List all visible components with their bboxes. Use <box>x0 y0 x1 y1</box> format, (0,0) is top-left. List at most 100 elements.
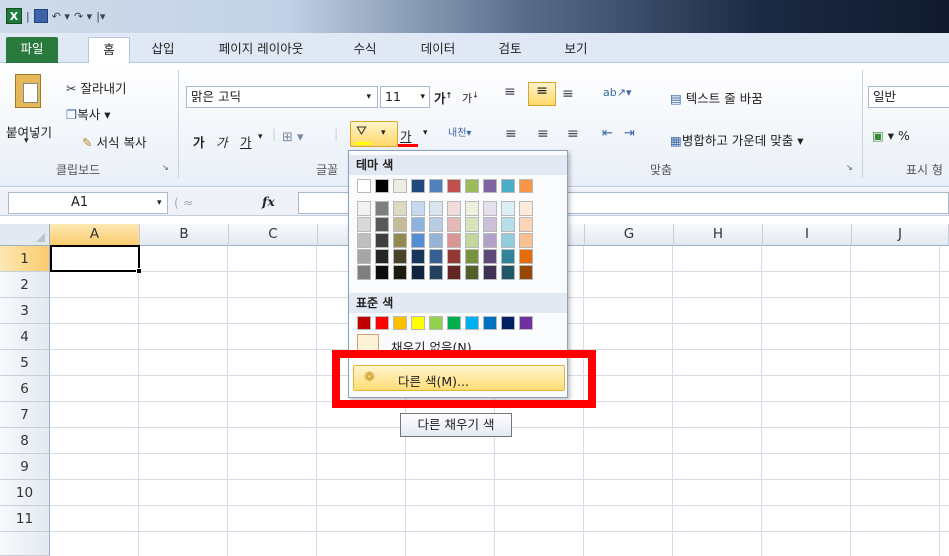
theme-shade-swatch[interactable] <box>429 265 443 280</box>
theme-color-swatch[interactable] <box>393 179 407 193</box>
column-header-h[interactable]: H <box>674 224 763 246</box>
phonetic-guide-icon[interactable]: 내천▾ <box>448 124 471 139</box>
theme-shade-swatch[interactable] <box>465 201 479 216</box>
theme-shade-swatch[interactable] <box>447 265 461 280</box>
standard-color-swatch[interactable] <box>447 316 461 330</box>
name-box[interactable]: A1 ▾ <box>8 192 168 214</box>
fill-color-button[interactable]: ⛛ ▾ <box>350 121 398 147</box>
theme-shade-swatch[interactable] <box>501 233 515 248</box>
shrink-font-button[interactable]: 가↓ <box>462 90 479 106</box>
excel-icon[interactable]: X <box>6 8 22 24</box>
tab-file[interactable]: 파일 <box>6 37 58 63</box>
theme-shade-swatch[interactable] <box>483 201 497 216</box>
tab-home[interactable]: 홈 <box>88 37 130 63</box>
align-left-icon[interactable]: ≡ <box>505 126 517 142</box>
theme-shade-swatch[interactable] <box>501 217 515 232</box>
align-top-icon[interactable]: ≡ <box>504 84 516 100</box>
theme-shade-swatch[interactable] <box>519 249 533 264</box>
theme-shade-swatch[interactable] <box>501 265 515 280</box>
theme-shade-swatch[interactable] <box>375 201 389 216</box>
number-format-input[interactable]: 일반 <box>868 86 949 108</box>
fx-icon[interactable]: fx <box>262 194 275 209</box>
row-header[interactable]: 10 <box>0 480 50 506</box>
standard-color-swatch[interactable] <box>375 316 389 330</box>
active-cell[interactable] <box>50 245 142 274</box>
paste-button[interactable]: 붙여넣기 <box>6 122 52 141</box>
standard-color-swatch[interactable] <box>483 316 497 330</box>
font-name-input[interactable]: 맑은 고딕 ▾ <box>186 86 378 108</box>
italic-button[interactable]: 가 <box>216 132 228 151</box>
theme-shade-swatch[interactable] <box>429 233 443 248</box>
standard-color-swatch[interactable] <box>465 316 479 330</box>
theme-color-swatch[interactable] <box>519 179 533 193</box>
align-middle-icon[interactable]: ≡ <box>528 82 556 106</box>
align-center-icon[interactable]: ≡ <box>537 126 549 142</box>
standard-color-swatch[interactable] <box>357 316 371 330</box>
column-header-b[interactable]: B <box>140 224 229 246</box>
format-painter-button[interactable]: ✎ 서식 복사 <box>82 132 146 151</box>
tab-formulas[interactable]: 수식 <box>345 37 385 63</box>
theme-shade-swatch[interactable] <box>375 217 389 232</box>
alignment-launcher-icon[interactable]: ↘ <box>846 163 853 172</box>
standard-color-swatch[interactable] <box>411 316 425 330</box>
currency-button[interactable]: ▣ ▾ % <box>872 128 910 143</box>
theme-color-swatch[interactable] <box>501 179 515 193</box>
theme-shade-swatch[interactable] <box>357 265 371 280</box>
clipboard-launcher-icon[interactable]: ↘ <box>162 163 169 172</box>
column-header-a[interactable]: A <box>50 224 140 246</box>
theme-shade-swatch[interactable] <box>519 265 533 280</box>
theme-shade-swatch[interactable] <box>465 233 479 248</box>
theme-shade-swatch[interactable] <box>393 249 407 264</box>
theme-shade-swatch[interactable] <box>393 265 407 280</box>
column-header-g[interactable]: G <box>585 224 674 246</box>
theme-shade-swatch[interactable] <box>429 201 443 216</box>
standard-color-swatch[interactable] <box>429 316 443 330</box>
theme-shade-swatch[interactable] <box>447 217 461 232</box>
theme-shade-swatch[interactable] <box>357 249 371 264</box>
column-header-i[interactable]: I <box>763 224 852 246</box>
paste-icon[interactable] <box>15 74 41 108</box>
row-header[interactable]: 4 <box>0 324 50 350</box>
underline-dropdown-icon[interactable]: ▾ <box>258 132 263 142</box>
theme-shade-swatch[interactable] <box>483 217 497 232</box>
theme-color-swatch[interactable] <box>375 179 389 193</box>
theme-shade-swatch[interactable] <box>393 217 407 232</box>
chevron-down-icon[interactable]: ▾ <box>157 193 162 213</box>
wrap-text-button[interactable]: ▤ 텍스트 줄 바꿈 <box>670 88 763 107</box>
theme-shade-swatch[interactable] <box>375 249 389 264</box>
align-right-icon[interactable]: ≡ <box>567 126 579 142</box>
theme-shade-swatch[interactable] <box>483 265 497 280</box>
theme-shade-swatch[interactable] <box>483 233 497 248</box>
row-header[interactable]: 2 <box>0 272 50 298</box>
theme-shade-swatch[interactable] <box>429 249 443 264</box>
theme-shade-swatch[interactable] <box>357 233 371 248</box>
theme-shade-swatch[interactable] <box>447 233 461 248</box>
theme-color-swatch[interactable] <box>411 179 425 193</box>
theme-shade-swatch[interactable] <box>483 249 497 264</box>
theme-shade-swatch[interactable] <box>519 217 533 232</box>
theme-color-swatch[interactable] <box>447 179 461 193</box>
font-color-button[interactable]: 가 <box>400 126 412 145</box>
customize-qat-icon[interactable]: |▾ <box>96 10 105 23</box>
tab-view[interactable]: 보기 <box>556 37 596 63</box>
theme-shade-swatch[interactable] <box>357 217 371 232</box>
theme-shade-swatch[interactable] <box>411 217 425 232</box>
row-header[interactable]: 1 <box>0 246 50 272</box>
increase-indent-icon[interactable]: ⇥ <box>624 126 635 141</box>
column-header-j[interactable]: J <box>852 224 949 246</box>
theme-shade-swatch[interactable] <box>393 233 407 248</box>
theme-shade-swatch[interactable] <box>411 201 425 216</box>
theme-shade-swatch[interactable] <box>375 233 389 248</box>
select-all-corner[interactable] <box>0 224 50 246</box>
row-header[interactable]: 7 <box>0 402 50 428</box>
theme-color-swatch[interactable] <box>483 179 497 193</box>
align-bottom-icon[interactable]: ≡ <box>562 86 574 102</box>
theme-shade-swatch[interactable] <box>519 201 533 216</box>
decrease-indent-icon[interactable]: ⇤ <box>602 126 613 141</box>
chevron-down-icon[interactable]: ▾ <box>420 87 425 107</box>
cut-button[interactable]: ✂ 잘라내기 <box>66 78 126 97</box>
theme-shade-swatch[interactable] <box>375 265 389 280</box>
theme-color-swatch[interactable] <box>465 179 479 193</box>
tab-page-layout[interactable]: 페이지 레이아웃 <box>206 37 316 63</box>
row-header[interactable]: 8 <box>0 428 50 454</box>
